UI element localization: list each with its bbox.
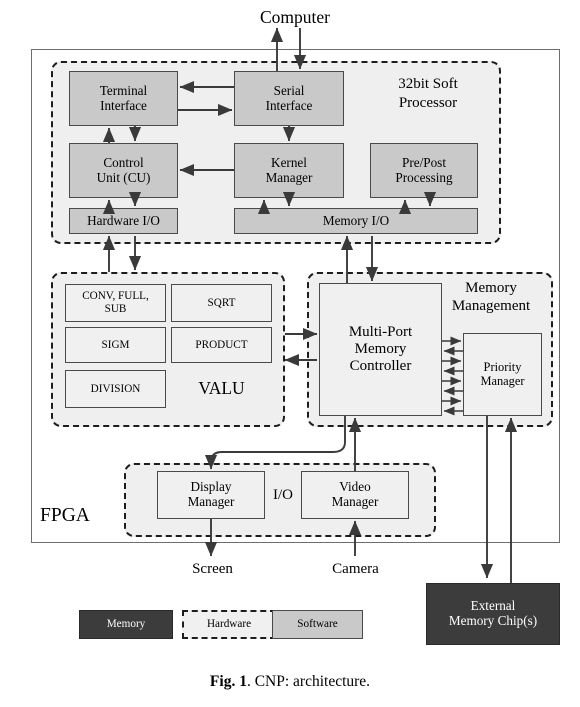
video-manager-line2: Manager (331, 494, 379, 509)
control-unit-line1: Control (103, 154, 144, 170)
memory-io-label: Memory I/O (322, 212, 390, 228)
label-camera: Camera (332, 561, 379, 577)
memory-management-group-label: Memory Management (432, 279, 550, 316)
control-unit-line2: Unit (CU) (96, 169, 151, 185)
controller-line2: Memory (354, 341, 407, 358)
serial-interface-line1: Serial (273, 82, 305, 98)
kernel-manager-line2: Manager (265, 169, 313, 185)
legend-software-label: Software (297, 618, 338, 631)
block-external-memory-chip[interactable]: External Memory Chip(s) (426, 583, 560, 645)
display-manager-line1: Display (190, 479, 232, 495)
display-manager-line2: Manager (187, 494, 235, 509)
block-product[interactable]: PRODUCT (171, 327, 272, 363)
legend-hardware-swatch: Hardware (182, 610, 276, 639)
memory-management-label-line1: Memory (465, 280, 517, 296)
memory-management-label-line2: Management (451, 298, 531, 315)
sigm-label: SIGM (101, 338, 130, 351)
figure-canvas: Computer FPGA 32bit Soft Processor Termi… (0, 0, 580, 707)
hardware-io-label: Hardware I/O (87, 212, 160, 228)
soft-processor-label-line2: Processor (398, 94, 458, 111)
block-terminal-interface[interactable]: Terminal Interface (69, 71, 178, 126)
priority-manager-line1: Priority (483, 359, 522, 374)
video-manager-line1: Video (339, 479, 371, 495)
figure-caption: Fig. 1. CNP: architecture. (0, 673, 580, 691)
division-label: DIVISION (90, 382, 141, 395)
block-sigm[interactable]: SIGM (65, 327, 166, 363)
soft-processor-label-line1: 32bit Soft (398, 76, 458, 92)
external-memory-line1: External (470, 598, 516, 614)
pre-post-line1: Pre/Post (402, 154, 446, 170)
legend-memory-swatch: Memory (79, 610, 173, 639)
product-label: PRODUCT (195, 338, 248, 351)
kernel-manager-line1: Kernel (271, 154, 307, 170)
block-hardware-io[interactable]: Hardware I/O (69, 208, 178, 234)
block-serial-interface[interactable]: Serial Interface (234, 71, 344, 126)
block-conv-full-sub[interactable]: CONV, FULL, SUB (65, 284, 166, 322)
terminal-interface-line2: Interface (100, 97, 147, 113)
caption-rest: . CNP: architecture. (246, 673, 371, 690)
block-video-manager[interactable]: Video Manager (301, 471, 409, 519)
terminal-interface-line1: Terminal (99, 82, 148, 98)
block-sqrt[interactable]: SQRT (171, 284, 272, 322)
controller-line3: Controller (349, 357, 412, 374)
sqrt-label: SQRT (207, 296, 236, 309)
block-memory-io[interactable]: Memory I/O (234, 208, 478, 234)
block-pre-post-processing[interactable]: Pre/Post Processing (370, 143, 478, 198)
block-kernel-manager[interactable]: Kernel Manager (234, 143, 344, 198)
controller-line1: Multi-Port (348, 324, 413, 341)
pre-post-line2: Processing (395, 169, 453, 185)
label-fpga: FPGA (40, 505, 90, 526)
legend-software-swatch: Software (272, 610, 363, 639)
label-computer: Computer (260, 7, 330, 27)
external-memory-line2: Memory Chip(s) (448, 613, 538, 628)
block-multi-port-memory-controller[interactable]: Multi-Port Memory Controller (319, 283, 442, 416)
block-priority-manager[interactable]: Priority Manager (463, 333, 542, 416)
conv-full-sub-line2: SUB (104, 303, 127, 315)
soft-processor-group-label: 32bit Soft Processor (368, 75, 488, 113)
block-display-manager[interactable]: Display Manager (157, 471, 265, 519)
block-control-unit[interactable]: Control Unit (CU) (69, 143, 178, 198)
legend-memory-label: Memory (106, 618, 146, 631)
io-group-label: I/O (273, 487, 293, 503)
conv-full-sub-line1: CONV, FULL, (82, 290, 149, 303)
block-division[interactable]: DIVISION (65, 370, 166, 408)
caption-bold: Fig. 1 (209, 673, 247, 690)
priority-manager-line2: Manager (480, 373, 525, 388)
legend-hardware-label: Hardware (206, 618, 252, 631)
label-screen: Screen (192, 561, 233, 577)
serial-interface-line2: Interface (265, 97, 313, 113)
valu-group-label: VALU (198, 378, 245, 398)
